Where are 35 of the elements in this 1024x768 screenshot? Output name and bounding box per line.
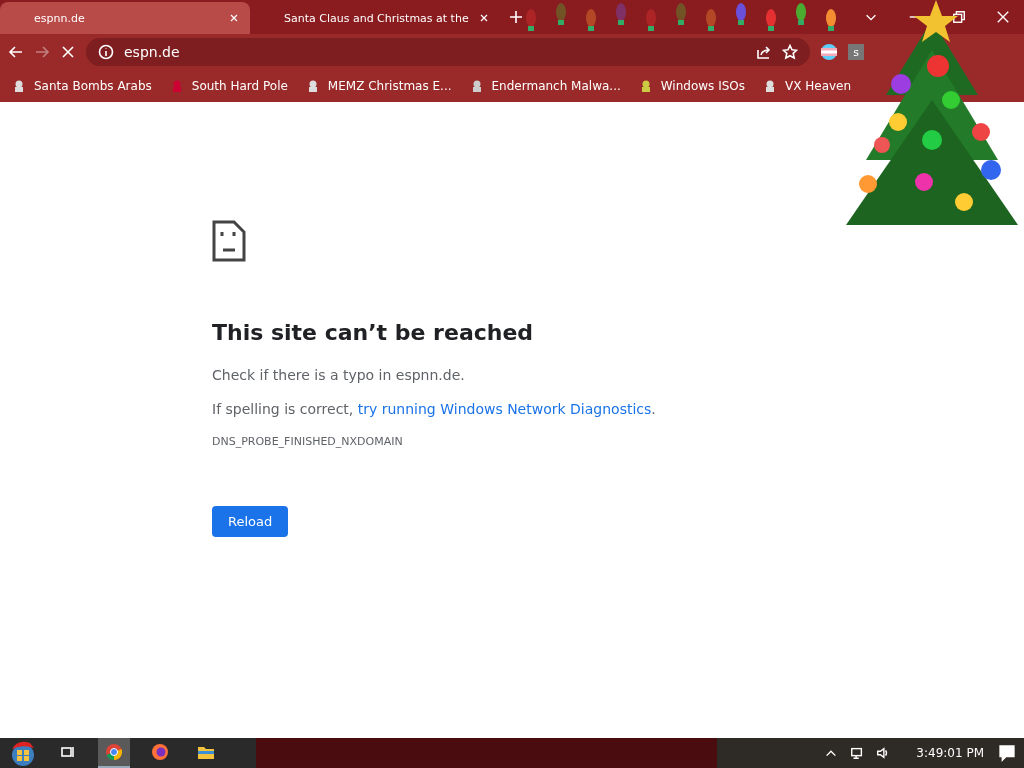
reload-button[interactable]: Reload — [212, 506, 289, 537]
browser-tab[interactable]: Santa Claus and Christmas at the — [250, 2, 500, 34]
address-bar[interactable]: espn.de — [86, 38, 810, 66]
folder-icon[interactable] — [197, 744, 215, 760]
bookmark-item[interactable]: Endermanch Malwa... — [469, 79, 621, 93]
notification-icon[interactable] — [998, 744, 1016, 762]
info-icon — [98, 44, 114, 60]
extension-icon[interactable]: s — [848, 44, 864, 60]
new-tab-icon[interactable] — [508, 9, 524, 25]
task-view-icon[interactable] — [60, 744, 76, 760]
bookmark-item[interactable]: VX Heaven — [763, 79, 852, 93]
sad-page-icon — [212, 220, 246, 262]
network-icon[interactable] — [850, 746, 865, 760]
back-icon[interactable] — [8, 44, 24, 60]
bookmark-item[interactable]: Santa Bombs Arabs — [12, 79, 152, 93]
close-icon[interactable] — [228, 12, 240, 24]
hint-text: Check if there is a typo in espnn.de. — [212, 367, 465, 383]
bookmark-item[interactable]: MEMZ Christmas E... — [305, 79, 452, 93]
suggestion-text: If spelling is correct, try running Windows Network Diagnostics. — [212, 401, 656, 417]
fox-globe-icon[interactable] — [151, 743, 169, 761]
diagnostics-link[interactable]: try running Windows Network Diagnostics — [357, 401, 652, 417]
chrome-icon[interactable] — [105, 743, 123, 761]
error-title: This site can’t be reached — [212, 320, 534, 345]
bookmark-item[interactable]: Windows ISOs — [638, 79, 745, 93]
star-icon[interactable] — [782, 44, 798, 60]
restore-icon[interactable] — [952, 10, 966, 24]
close-icon[interactable] — [996, 10, 1010, 24]
share-icon[interactable] — [756, 44, 772, 60]
clock[interactable]: 3:49:01 PM — [916, 746, 984, 760]
figure-icon — [12, 79, 26, 93]
error-code: DNS_PROBE_FINISHED_NXDOMAIN — [212, 435, 403, 448]
browser-tab[interactable]: espnn.de — [0, 2, 250, 34]
close-icon[interactable] — [478, 12, 490, 24]
flag-circle-icon[interactable] — [820, 43, 838, 61]
bookmark-item[interactable]: South Hard Pole — [169, 79, 288, 93]
